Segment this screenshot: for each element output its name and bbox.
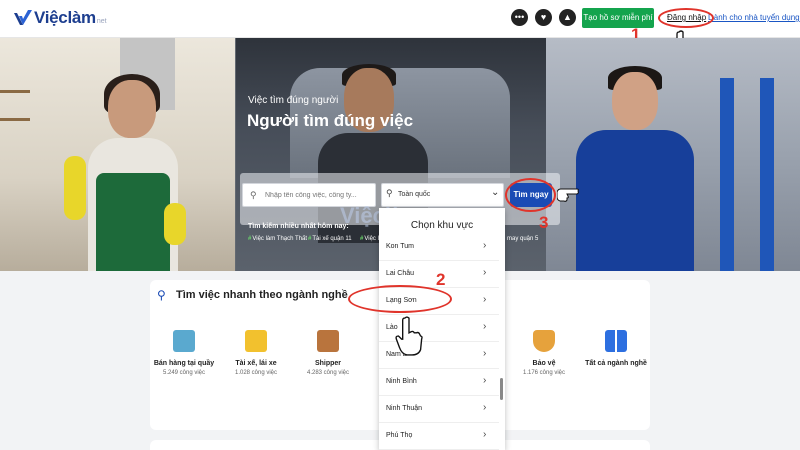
- annotation-step-2: 2: [436, 270, 446, 289]
- pointer-hand-icon: [557, 188, 579, 202]
- hero-subtitle: Việc tìm đúng người: [248, 95, 339, 106]
- category-item[interactable]: Shipper 4.283 công việc: [288, 330, 368, 376]
- chevron-down-icon[interactable]: ⌄: [491, 187, 499, 198]
- package-icon: [317, 330, 339, 352]
- trending-item[interactable]: #Tài xế quận 11: [308, 236, 352, 242]
- category-count: 5.249 công việc: [162, 370, 206, 376]
- logo-text: Việclàm: [34, 8, 96, 27]
- car-lift: [720, 78, 734, 271]
- dropdown-scrollbar[interactable]: [500, 378, 503, 400]
- trending-item[interactable]: may quận 5: [507, 236, 538, 242]
- category-count: 4.283 công việc: [306, 370, 350, 376]
- search-icon: ⚲: [250, 190, 257, 200]
- trending-item[interactable]: #Việc làm Thạch Thất: [248, 236, 307, 242]
- green-apron: [96, 173, 170, 271]
- annotation-circle-login: [658, 8, 714, 28]
- logo-check-icon: [14, 10, 32, 25]
- chevron-right-icon: ›: [483, 375, 487, 386]
- hero-title: Người tìm đúng việc: [247, 111, 414, 130]
- shelf: [0, 90, 30, 93]
- car-lift: [760, 78, 774, 271]
- chat-icon[interactable]: •••: [511, 9, 528, 26]
- category-item[interactable]: Tài xế, lái xe 1.028 công việc: [216, 330, 296, 376]
- trending-label: Tìm kiếm nhiều nhất hôm nay:: [248, 223, 349, 230]
- yellow-glove: [64, 156, 86, 220]
- dropdown-option[interactable]: Ninh Thuận ›: [379, 396, 499, 423]
- annotation-circle-search: [505, 178, 556, 212]
- chevron-right-icon: ›: [483, 294, 487, 305]
- logo-suffix: net: [96, 17, 107, 25]
- mechanic-head: [612, 72, 658, 130]
- heart-icon[interactable]: ♥: [535, 9, 552, 26]
- site-logo[interactable]: Việclàm net: [14, 8, 107, 28]
- dropdown-option[interactable]: Ninh Bình ›: [379, 369, 499, 396]
- category-name: Tài xế, lái xe: [235, 360, 277, 367]
- mechanic-body: [576, 130, 694, 271]
- chevron-right-icon: ›: [483, 348, 487, 359]
- yellow-glove: [164, 203, 186, 245]
- store-counter-icon: [173, 330, 195, 352]
- taxi-icon: [245, 330, 267, 352]
- category-name: Shipper: [314, 360, 342, 367]
- annotation-step-3: 3: [539, 213, 549, 232]
- dropdown-option[interactable]: Phú Thọ ›: [379, 423, 499, 450]
- pointer-hand-icon: [395, 316, 423, 356]
- security-shield-icon: [533, 330, 555, 352]
- category-name: Bán hàng tại quầy: [153, 360, 215, 367]
- category-count: 1.176 công việc: [522, 370, 566, 376]
- chevron-right-icon: ›: [483, 321, 487, 332]
- location-select-value: Toàn quốc: [398, 191, 431, 198]
- category-item[interactable]: Bán hàng tại quầy 5.249 công việc: [144, 330, 224, 376]
- category-name: Bảo vệ: [532, 360, 556, 367]
- woman-head: [108, 80, 156, 138]
- grid-icon: [605, 330, 627, 352]
- chevron-right-icon: ›: [483, 240, 487, 251]
- chevron-right-icon: ›: [483, 402, 487, 413]
- category-section-title: Tìm việc nhanh theo ngành nghề: [176, 289, 348, 301]
- dropdown-option[interactable]: Kon Tum ›: [379, 234, 499, 261]
- category-item[interactable]: Bảo vệ 1.176 công việc: [504, 330, 584, 376]
- shelf: [0, 118, 30, 121]
- employer-link[interactable]: Dành cho nhà tuyển dụng: [708, 13, 800, 22]
- category-count: 1.028 công việc: [234, 370, 278, 376]
- dropdown-title: Chọn khu vực: [410, 220, 474, 231]
- search-icon: ⚲: [157, 288, 166, 302]
- bell-icon[interactable]: ▲: [559, 9, 576, 26]
- chevron-right-icon: ›: [483, 429, 487, 440]
- chevron-right-icon: ›: [483, 267, 487, 278]
- category-name: Tất cả ngành nghề: [585, 360, 647, 367]
- create-profile-button[interactable]: Tạo hồ sơ miễn phí: [582, 8, 654, 28]
- category-item[interactable]: Tất cả ngành nghề: [576, 330, 656, 370]
- location-pin-icon: ⚲: [386, 188, 393, 198]
